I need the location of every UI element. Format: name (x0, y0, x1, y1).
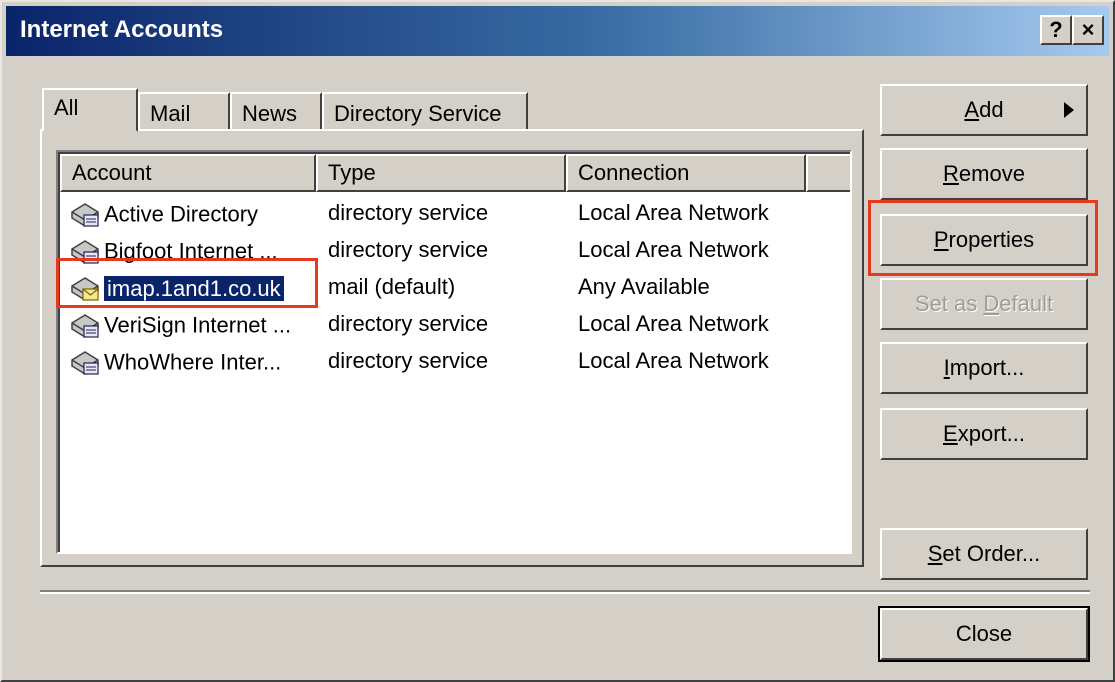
properties-button[interactable]: Properties (880, 214, 1088, 266)
separator (40, 590, 1090, 594)
tab-panel (40, 129, 864, 567)
tab-mail[interactable]: Mail (138, 92, 230, 130)
title-bar[interactable]: Internet Accounts ? × (6, 6, 1109, 56)
tab-news[interactable]: News (230, 92, 322, 130)
close-button[interactable]: Close (878, 606, 1090, 662)
properties-label: Properties (933, 227, 1035, 252)
tab-directory-service[interactable]: Directory Service (322, 92, 528, 130)
tab-all-label: All (54, 95, 79, 120)
export-label: Export... (943, 421, 1025, 446)
add-button[interactable]: Add (880, 84, 1088, 136)
set-order-label: Set Order... (927, 541, 1041, 566)
internet-accounts-dialog: Internet Accounts ? × All Mail News Dire… (0, 0, 1115, 682)
tab-directory-service-label: Directory Service (334, 101, 502, 126)
import-label: Import... (943, 355, 1025, 380)
set-as-default-label: Set as Default (914, 291, 1054, 316)
export-button[interactable]: Export... (880, 408, 1088, 460)
remove-button[interactable]: Remove (880, 148, 1088, 200)
import-button[interactable]: Import... (880, 342, 1088, 394)
close-window-button[interactable]: × (1072, 15, 1104, 45)
add-label: Add (964, 97, 1004, 122)
set-as-default-button[interactable]: Set as Default (880, 278, 1088, 330)
help-button[interactable]: ? (1040, 15, 1072, 45)
tab-all[interactable]: All (42, 88, 138, 132)
window-title: Internet Accounts (20, 16, 224, 43)
submenu-arrow-icon (1064, 102, 1074, 118)
tab-mail-label: Mail (150, 101, 191, 126)
tab-news-label: News (242, 101, 298, 126)
set-order-button[interactable]: Set Order... (880, 528, 1088, 580)
remove-label: Remove (943, 161, 1025, 186)
